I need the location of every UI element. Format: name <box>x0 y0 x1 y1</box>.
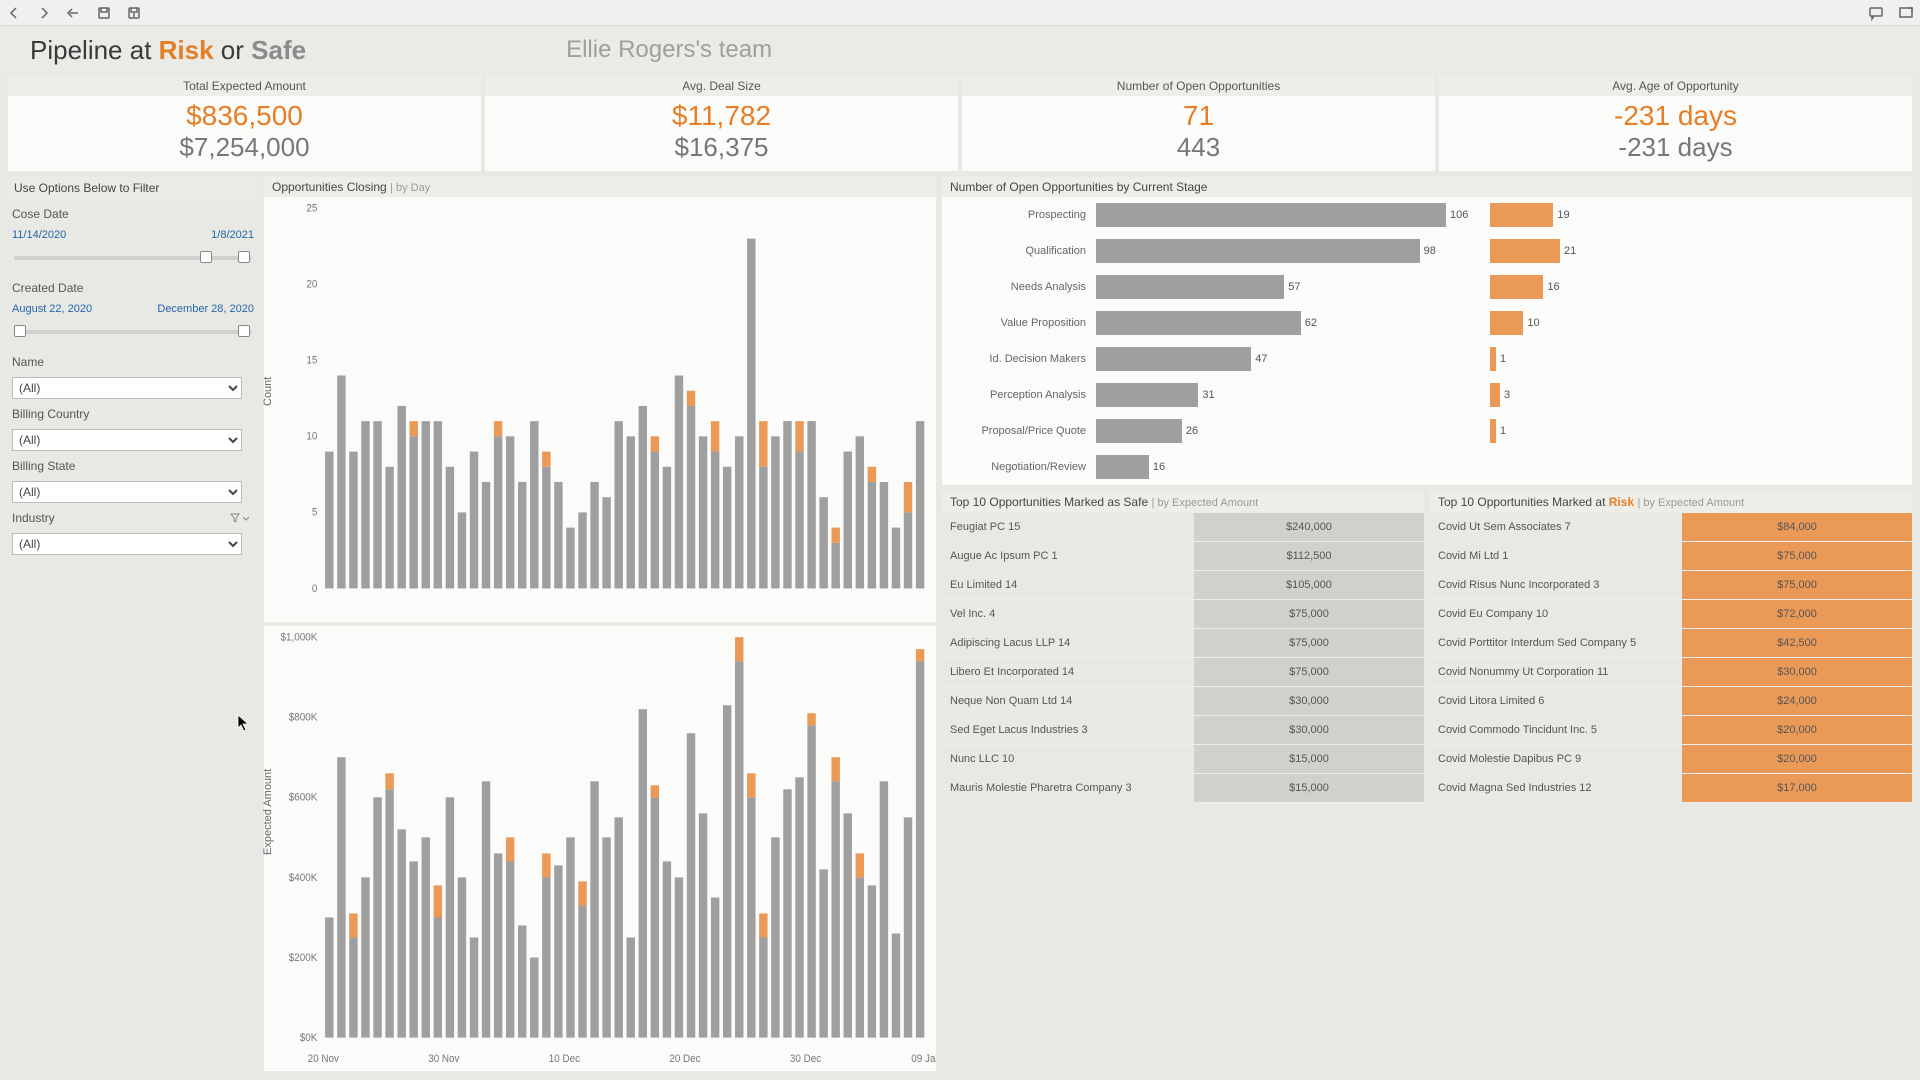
svg-text:0: 0 <box>312 582 318 595</box>
stage-row[interactable]: Negotiation/Review16 <box>942 449 1912 485</box>
svg-text:$400K: $400K <box>289 871 318 884</box>
table-row[interactable]: Libero Et Incorporated 14$75,000 <box>942 658 1424 687</box>
svg-text:$0K: $0K <box>300 1031 318 1044</box>
table-row[interactable]: Neque Non Quam Ltd 14$30,000 <box>942 687 1424 716</box>
svg-text:$200K: $200K <box>289 951 318 964</box>
svg-text:$1,000K: $1,000K <box>281 631 318 644</box>
risk-table: Top 10 Opportunities Marked at Risk | by… <box>1430 491 1912 1071</box>
table-row[interactable]: Covid Mi Ltd 1$75,000 <box>1430 542 1912 571</box>
table-row[interactable]: Covid Nonummy Ut Corporation 11$30,000 <box>1430 658 1912 687</box>
page-title: Pipeline at Risk or Safe <box>30 35 306 66</box>
svg-text:20 Dec: 20 Dec <box>669 1053 700 1066</box>
toolbar <box>0 0 1920 26</box>
save-icon[interactable] <box>96 5 112 21</box>
undo-step-icon[interactable] <box>66 5 82 21</box>
stage-row[interactable]: Id. Decision Makers471 <box>942 341 1912 377</box>
industry-select[interactable]: (All) <box>12 533 242 555</box>
filter-billing-state-label: Billing State <box>8 457 258 475</box>
table-row[interactable]: Covid Ut Sem Associates 7$84,000 <box>1430 513 1912 542</box>
back-icon[interactable] <box>6 5 22 21</box>
table-row[interactable]: Covid Molestie Dapibus PC 9$20,000 <box>1430 745 1912 774</box>
kpi-card: Total Expected Amount$836,500$7,254,000 <box>8 76 481 171</box>
billing-country-select[interactable]: (All) <box>12 429 242 451</box>
filter-panel: Use Options Below to Filter Cose Date 11… <box>8 177 258 1071</box>
svg-text:15: 15 <box>306 354 317 367</box>
count-axis-label: Count <box>262 376 274 405</box>
stage-row[interactable]: Needs Analysis5716 <box>942 269 1912 305</box>
present-icon[interactable] <box>1898 5 1914 21</box>
svg-text:09 Jan: 09 Jan <box>911 1053 936 1066</box>
stage-row[interactable]: Proposal/Price Quote261 <box>942 413 1912 449</box>
amount-axis-label: Expected Amount <box>262 768 274 854</box>
kpi-card: Avg. Age of Opportunity-231 days-231 day… <box>1439 76 1912 171</box>
kpi-card: Avg. Deal Size$11,782$16,375 <box>485 76 958 171</box>
billing-state-select[interactable]: (All) <box>12 481 242 503</box>
filter-billing-country-label: Billing Country <box>8 405 258 423</box>
filter-name-label: Name <box>8 353 258 371</box>
table-row[interactable]: Mauris Molestie Pharetra Company 3$15,00… <box>942 774 1424 803</box>
table-row[interactable]: Covid Porttitor Interdum Sed Company 5$4… <box>1430 629 1912 658</box>
closing-amount-chart[interactable]: $0K $200K $400K $600K $800K $1,000K 20 Nov 30 N… <box>264 626 936 1071</box>
svg-text:10 Dec: 10 Dec <box>549 1053 580 1066</box>
title-bar: Pipeline at Risk or Safe Ellie Rogers's … <box>0 26 1920 74</box>
svg-text:20 Nov: 20 Nov <box>308 1053 340 1066</box>
svg-text:$800K: $800K <box>289 711 318 724</box>
table-row[interactable]: Sed Eget Lacus Industries 3$30,000 <box>942 716 1424 745</box>
closing-count-chart[interactable]: Opportunities Closing | by Day 051015202… <box>264 177 936 622</box>
table-row[interactable]: Feugiat PC 15$240,000 <box>942 513 1424 542</box>
svg-text:5: 5 <box>312 506 318 519</box>
filter-icon[interactable] <box>230 512 250 524</box>
close-date-slider[interactable] <box>14 251 252 265</box>
created-date-slider[interactable] <box>14 325 252 339</box>
table-row[interactable]: Covid Eu Company 10$72,000 <box>1430 600 1912 629</box>
stage-row[interactable]: Qualification9821 <box>942 233 1912 269</box>
comment-icon[interactable] <box>1868 5 1884 21</box>
filter-header: Use Options Below to Filter <box>8 177 258 199</box>
stage-row[interactable]: Value Proposition6210 <box>942 305 1912 341</box>
table-row[interactable]: Vel Inc. 4$75,000 <box>942 600 1424 629</box>
safe-table: Top 10 Opportunities Marked as Safe | by… <box>942 491 1424 1071</box>
table-row[interactable]: Augue Ac Ipsum PC 1$112,500 <box>942 542 1424 571</box>
filter-close-date-label: Cose Date <box>8 205 258 223</box>
stage-row[interactable]: Perception Analysis313 <box>942 377 1912 413</box>
stage-row[interactable]: Prospecting10619 <box>942 197 1912 233</box>
table-row[interactable]: Nunc LLC 10$15,000 <box>942 745 1424 774</box>
table-row[interactable]: Adipiscing Lacus LLP 14$75,000 <box>942 629 1424 658</box>
filter-created-date-label: Created Date <box>8 279 258 297</box>
svg-text:30 Dec: 30 Dec <box>790 1053 821 1066</box>
svg-text:$600K: $600K <box>289 791 318 804</box>
table-row[interactable]: Covid Litora Limited 6$24,000 <box>1430 687 1912 716</box>
team-name: Ellie Rogers's team <box>566 36 772 64</box>
table-row[interactable]: Covid Magna Sed Industries 12$17,000 <box>1430 774 1912 803</box>
svg-text:20: 20 <box>306 278 317 291</box>
kpi-row: Total Expected Amount$836,500$7,254,000A… <box>0 74 1920 173</box>
svg-text:30 Nov: 30 Nov <box>428 1053 460 1066</box>
table-row[interactable]: Eu Limited 14$105,000 <box>942 571 1424 600</box>
svg-text:10: 10 <box>306 430 317 443</box>
table-row[interactable]: Covid Risus Nunc Incorporated 3$75,000 <box>1430 571 1912 600</box>
kpi-card: Number of Open Opportunities71443 <box>962 76 1435 171</box>
filter-industry-label: Industry <box>8 509 59 527</box>
name-select[interactable]: (All) <box>12 377 242 399</box>
stage-chart[interactable]: Number of Open Opportunities by Current … <box>942 177 1912 485</box>
save-as-icon[interactable] <box>126 5 142 21</box>
forward-icon[interactable] <box>36 5 52 21</box>
table-row[interactable]: Covid Commodo Tincidunt Inc. 5$20,000 <box>1430 716 1912 745</box>
svg-text:25: 25 <box>306 202 317 215</box>
